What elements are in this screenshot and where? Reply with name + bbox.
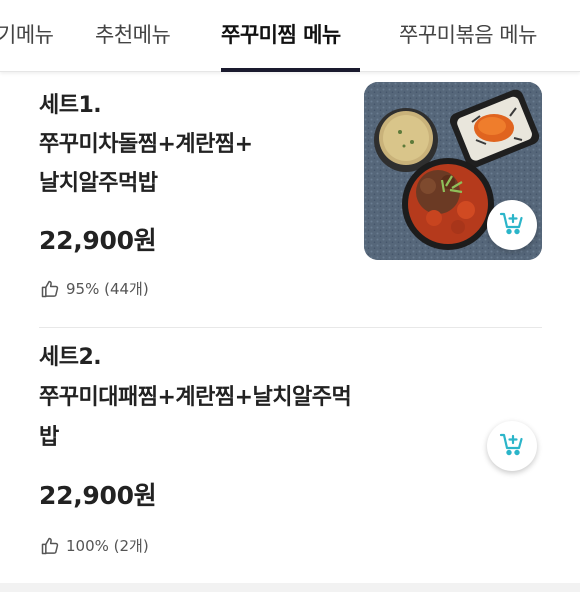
add-to-cart-button[interactable] xyxy=(487,200,537,250)
item-rating: 95% (44개) xyxy=(40,278,149,299)
item-title-line: 세트1. xyxy=(39,93,102,118)
thumbs-up-icon xyxy=(40,279,60,299)
item-title-line: 쭈꾸미차돌찜+계란찜+ xyxy=(39,132,253,157)
add-to-cart-button[interactable] xyxy=(487,421,537,471)
item-price: 22,900원 xyxy=(39,481,157,510)
cart-add-icon xyxy=(498,430,526,462)
rating-text: 100% (2개) xyxy=(66,537,149,555)
item-divider xyxy=(39,327,542,328)
item-price: 22,900원 xyxy=(39,226,157,255)
cart-add-icon xyxy=(498,209,526,241)
tab-menu-partial[interactable]: 기메뉴 xyxy=(0,19,54,49)
active-tab-indicator xyxy=(221,68,360,72)
tab-jjukkumi-bokkeum-menu[interactable]: 쭈꾸미볶음 메뉴 xyxy=(399,19,537,49)
item-title-line: 쭈꾸미대패찜+계란찜+날치알주먹 xyxy=(39,385,352,410)
item-title-line: 날치알주먹밥 xyxy=(39,171,158,196)
tab-jjukkumi-jjim-menu[interactable]: 쭈꾸미찜 메뉴 xyxy=(221,19,341,49)
thumbs-up-icon xyxy=(40,536,60,556)
item-title-line: 세트2. xyxy=(39,345,102,370)
category-tab-bar: 기메뉴 추천메뉴 쭈꾸미찜 메뉴 쭈꾸미볶음 메뉴 xyxy=(0,0,580,72)
tab-recommended-menu[interactable]: 추천메뉴 xyxy=(95,19,171,49)
section-separator xyxy=(0,583,580,592)
rating-text: 95% (44개) xyxy=(66,280,149,298)
item-title-line: 밥 xyxy=(39,425,59,450)
item-rating: 100% (2개) xyxy=(40,535,149,556)
